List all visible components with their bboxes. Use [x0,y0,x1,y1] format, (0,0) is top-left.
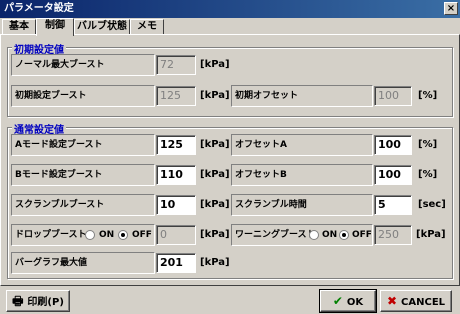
drop-boost-unit: [kPa] [200,229,230,240]
tab-control[interactable]: 制御 [36,18,74,36]
tab-memo[interactable]: メモ [130,19,164,35]
bargraph-max-input[interactable]: 201 [156,253,196,273]
checkmark-icon: ✔ [332,294,343,308]
a-mode-boost-label: Aモード設定ブースト [11,134,155,156]
window-title: パラメータ設定 [4,3,74,14]
normal-max-boost-input: 72 [156,55,196,75]
warning-boost-on-label[interactable]: ON [322,229,337,241]
offset-b-unit: [%] [418,169,438,180]
offset-a-unit: [%] [418,139,438,150]
normal-group: 通常設定値 Aモード設定ブースト 125 [kPa] オフセットA 100 [%… [7,121,453,279]
scramble-time-input[interactable]: 5 [374,195,412,215]
warning-boost-unit: [kPa] [416,229,446,240]
drop-boost-on-radio[interactable] [85,230,95,240]
b-mode-boost-unit: [kPa] [200,169,230,180]
warning-boost-on-radio[interactable] [309,230,319,240]
tab-panel: 初期設定値 ノーマル最大ブースト 72 [kPa] 初期設定ブースト 125 [… [0,34,460,286]
scramble-time-label: スクランブル時間 [231,194,373,216]
tab-strip: 基本 制御 バルブ状態 メモ [0,18,460,36]
close-icon[interactable]: × [444,2,458,15]
printer-icon: 🖶 [12,294,24,308]
initial-offset-label: 初期オフセット [231,85,373,107]
initial-boost-unit: [kPa] [200,90,230,101]
normal-max-boost-unit: [kPa] [200,59,230,70]
a-mode-boost-input[interactable]: 125 [156,135,196,155]
initial-group: 初期設定値 ノーマル最大ブースト 72 [kPa] 初期設定ブースト 125 [… [7,41,453,117]
drop-boost-input: 0 [156,225,196,245]
scramble-boost-label: スクランブルブースト [11,194,155,216]
warning-boost-label-text: ワーニングブースト [235,230,316,240]
b-mode-boost-label: Bモード設定ブースト [11,164,155,186]
b-mode-boost-input[interactable]: 110 [156,165,196,185]
drop-boost-off-label[interactable]: OFF [132,229,152,241]
offset-b-label: オフセットB [231,164,373,186]
print-button[interactable]: 🖶 印刷(P) [6,290,70,312]
cancel-button[interactable]: ✖ CANCEL [380,290,452,312]
cross-icon: ✖ [386,294,398,308]
warning-boost-off-radio[interactable] [339,230,349,240]
tab-basic[interactable]: 基本 [2,19,36,35]
initial-boost-input: 125 [156,86,196,106]
ok-button-label: OK [346,297,364,308]
scramble-time-unit: [sec] [418,199,446,210]
warning-boost-input: 250 [374,225,412,245]
warning-boost-off-label[interactable]: OFF [352,229,372,241]
offset-b-input[interactable]: 100 [374,165,412,185]
a-mode-boost-unit: [kPa] [200,139,230,150]
ok-button[interactable]: ✔ OK [319,289,377,313]
drop-boost-label-text: ドロップブースト [15,230,87,240]
initial-offset-unit: [%] [418,90,438,101]
normal-max-boost-label: ノーマル最大ブースト [11,54,155,76]
bargraph-max-label: バーグラフ最大値 [11,252,155,274]
scramble-boost-input[interactable]: 10 [156,195,196,215]
offset-a-label: オフセットA [231,134,373,156]
initial-boost-label: 初期設定ブースト [11,85,155,107]
print-button-label: 印刷(P) [27,297,64,308]
bargraph-max-unit: [kPa] [200,257,230,268]
offset-a-input[interactable]: 100 [374,135,412,155]
cancel-button-label: CANCEL [401,297,446,308]
tab-valve-status[interactable]: バルブ状態 [74,19,130,35]
scramble-boost-unit: [kPa] [200,199,230,210]
drop-boost-off-radio[interactable] [118,230,128,240]
drop-boost-on-label[interactable]: ON [99,229,114,241]
initial-offset-input: 100 [374,86,412,106]
title-bar: パラメータ設定 × [0,0,460,18]
